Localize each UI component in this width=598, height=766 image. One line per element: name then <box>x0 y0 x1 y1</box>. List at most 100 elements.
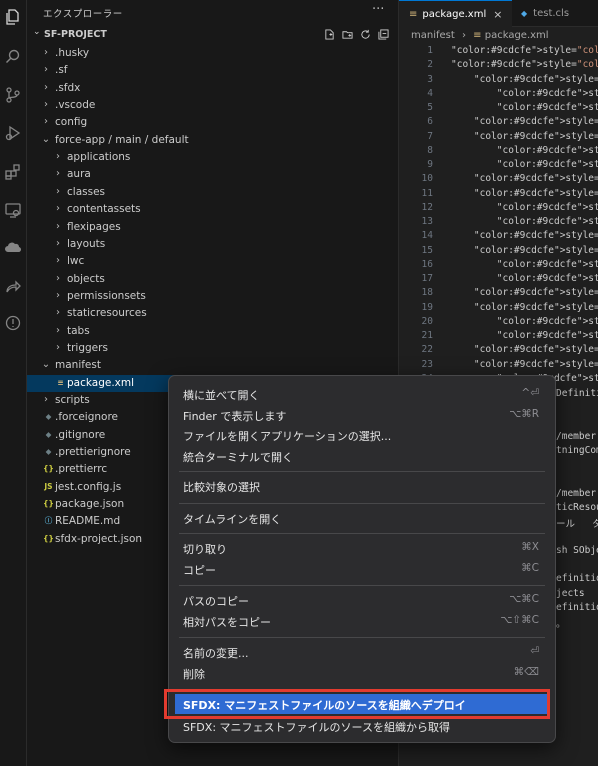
more-actions-button[interactable]: ··· <box>372 2 384 17</box>
project-header[interactable]: ⌄ SF-PROJECT <box>27 27 398 44</box>
tab-package-xml[interactable]: ≡ package.xml × <box>399 0 512 27</box>
tree-item-staticresources[interactable]: › staticresources <box>27 305 398 322</box>
menu-item-open-timeline[interactable]: タイムラインを開く <box>175 508 549 528</box>
tree-item-flexipages[interactable]: › flexipages <box>27 219 398 236</box>
menu-item-copy-path[interactable]: パスのコピー ⌥⌘C <box>175 590 549 610</box>
tree-item-tabs[interactable]: › tabs <box>27 323 398 340</box>
tree-item-label: .forceignore <box>55 411 118 424</box>
menu-item-label: 切り取り <box>183 543 227 556</box>
extensions-icon[interactable] <box>0 161 26 183</box>
tree-item-classes[interactable]: › classes <box>27 184 398 201</box>
line-number: 20 <box>421 315 433 327</box>
chevron-right-icon: › <box>56 220 60 232</box>
tree-item-config[interactable]: › config <box>27 114 398 131</box>
search-icon[interactable] <box>0 46 26 68</box>
code-line: 16 "color:#9cdcfe">style="color:#808080"… <box>399 259 598 273</box>
tree-item-objects[interactable]: › objects <box>27 271 398 288</box>
tree-item-lwc[interactable]: › lwc <box>27 253 398 270</box>
code-fragment: efinitio <box>556 573 598 585</box>
tree-item-layouts[interactable]: › layouts <box>27 236 398 253</box>
code-text: "color:#9cdcfe">style="color:#808080"><"… <box>473 358 598 370</box>
chevron-right-icon: › <box>44 394 48 405</box>
chevron-right-icon: › <box>44 81 48 93</box>
code-line: 21 "color:#9cdcfe">style="color:#808080"… <box>399 330 598 344</box>
tree-item-applications[interactable]: › applications <box>27 149 398 166</box>
menu-item-open-to-side[interactable]: 横に並べて開く ^⏎ <box>175 384 549 404</box>
tree-item-label: manifest <box>55 359 101 372</box>
menu-item-open-with[interactable]: ファイルを開くアプリケーションの選択... <box>175 425 549 445</box>
source-control-icon[interactable] <box>0 84 26 106</box>
menu-item-copy[interactable]: コピー ⌘C <box>175 559 549 579</box>
chevron-right-icon: › <box>56 151 60 163</box>
tree-item-permissionsets[interactable]: › permissionsets <box>27 288 398 305</box>
explorer-icon[interactable] <box>0 6 26 28</box>
menu-item-rename[interactable]: 名前の変更... ⏎ <box>175 642 549 662</box>
share-icon[interactable] <box>0 275 26 297</box>
menu-item-select-for-compare[interactable]: 比較対象の選択 <box>175 476 549 496</box>
menu-separator <box>179 533 545 534</box>
new-file-icon[interactable] <box>324 29 335 40</box>
menu-item-label: 比較対象の選択 <box>183 481 260 494</box>
code-text: "color:#9cdcfe">style="color:#808080"><"… <box>473 187 598 199</box>
code-line: 8 "color:#9cdcfe">style="color:#808080">… <box>399 145 598 159</box>
tab-test-cls[interactable]: ◆ test.cls <box>513 0 598 26</box>
code-text: "color:#9cdcfe">style="color:#808080"><"… <box>473 130 598 142</box>
menu-item-cut[interactable]: 切り取り ⌘X <box>175 538 549 558</box>
tree-item-label: scripts <box>55 394 90 406</box>
tree-item-manifest[interactable]: ⌄ manifest <box>27 357 398 374</box>
menu-item-label: 横に並べて開く <box>183 389 260 402</box>
menu-item-open-in-terminal[interactable]: 統合ターミナルで開く <box>175 446 549 466</box>
line-number: 15 <box>421 244 433 256</box>
tree-item-aura[interactable]: › aura <box>27 166 398 183</box>
ignore-file-icon: ◆ <box>45 412 52 422</box>
code-text: "color:#9cdcfe">style="color:#808080"><"… <box>496 330 598 341</box>
menu-item-label: 統合ターミナルで開く <box>183 450 293 464</box>
problems-icon[interactable] <box>0 312 26 334</box>
tree-item-husky[interactable]: › .husky <box>27 45 398 62</box>
tree-item-vscode[interactable]: › .vscode <box>27 97 398 114</box>
menu-item-reveal-in-finder[interactable]: Finder で表示します ⌥⌘R <box>175 405 549 425</box>
menu-separator <box>179 503 545 504</box>
chevron-right-icon: › <box>44 47 48 58</box>
line-number: 21 <box>421 330 433 341</box>
chevron-down-icon: ⌄ <box>33 27 41 37</box>
new-folder-icon[interactable] <box>342 29 353 40</box>
salesforce-cloud-icon[interactable] <box>0 237 26 259</box>
line-number: 4 <box>427 87 433 99</box>
tree-item-sfdx[interactable]: › .sfdx <box>27 80 398 97</box>
breadcrumb-separator: › <box>461 30 466 41</box>
code-fragment: Definiti <box>556 388 598 399</box>
collapse-all-icon[interactable] <box>378 29 389 40</box>
tree-item-contentassets[interactable]: › contentassets <box>27 201 398 218</box>
line-number: 22 <box>421 344 433 356</box>
code-text: "color:#9cdcfe">style="color:#808080"><"… <box>473 244 598 256</box>
chevron-right-icon: › <box>44 64 48 76</box>
chevron-right-icon: › <box>56 324 60 336</box>
chevron-right-icon: › <box>56 203 60 215</box>
tree-item-label: contentassets <box>67 203 141 216</box>
tree-item-label: .gitignore <box>55 428 106 441</box>
code-text: "color:#9cdcfe">style="color:#808080"><?… <box>451 45 598 56</box>
menu-item-sfdx-retrieve-manifest[interactable]: SFDX: マニフェストファイルのソースを組織から取得 <box>175 716 549 736</box>
menu-item-delete[interactable]: 削除 ⌘⌫ <box>175 663 549 683</box>
ignore-file-icon: ◆ <box>45 447 52 457</box>
tree-item-label: .husky <box>55 47 90 59</box>
code-line: 17 "color:#9cdcfe">style="color:#808080"… <box>399 273 598 287</box>
tree-item-triggers[interactable]: › triggers <box>27 340 398 357</box>
breadcrumb-folder[interactable]: manifest <box>411 30 455 41</box>
tree-item-force-app-main-default[interactable]: ⌄ force-app / main / default <box>27 132 398 149</box>
breadcrumb-file[interactable]: package.xml <box>485 30 549 41</box>
tree-item-label: .prettierignore <box>55 446 131 459</box>
run-debug-icon[interactable] <box>0 122 26 144</box>
tree-item-label: flexipages <box>67 220 121 233</box>
menu-item-copy-relative-path[interactable]: 相対パスをコピー ⌥⇧⌘C <box>175 611 549 631</box>
remote-explorer-icon[interactable] <box>0 199 26 221</box>
tree-item-sf[interactable]: › .sf <box>27 62 398 79</box>
menu-item-label: Finder で表示します <box>183 409 287 423</box>
code-line: 12 "color:#9cdcfe">style="color:#808080"… <box>399 202 598 216</box>
refresh-icon[interactable] <box>360 29 371 40</box>
code-text: "color:#9cdcfe">style="color:#808080"><"… <box>496 258 598 270</box>
tree-item-label: layouts <box>67 237 106 250</box>
tree-item-label: .vscode <box>55 99 96 112</box>
close-icon[interactable]: × <box>493 8 502 21</box>
